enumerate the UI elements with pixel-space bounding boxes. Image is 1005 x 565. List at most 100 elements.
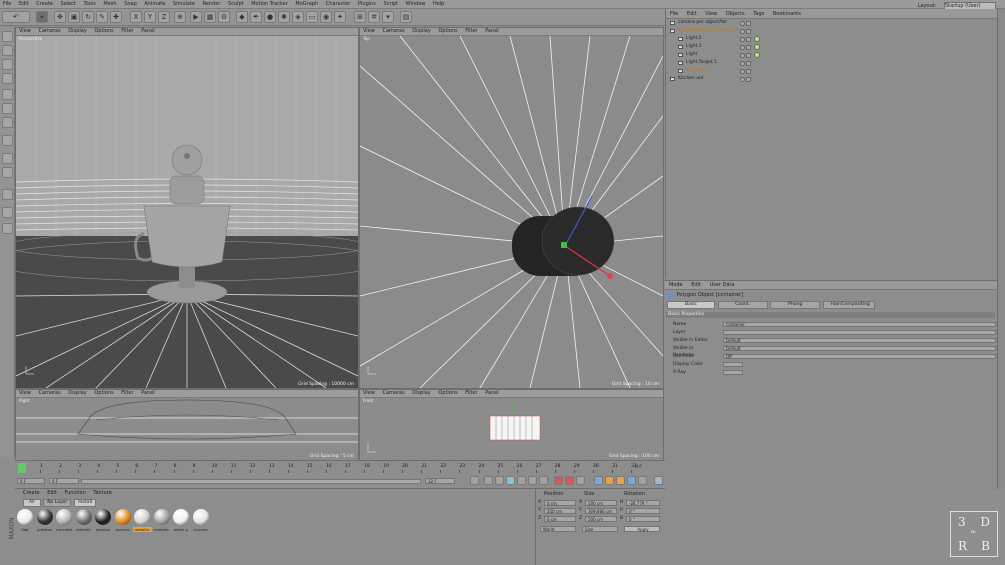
planar-workplane-button[interactable]	[2, 223, 13, 234]
menu-sculpt[interactable]: Sculpt	[228, 1, 244, 7]
perspective-viewport[interactable]: View Cameras Display Options Filter Pane…	[15, 27, 359, 389]
check-icon[interactable]	[746, 69, 751, 74]
property-value-field[interactable]	[723, 330, 996, 335]
rotation-key-button[interactable]	[616, 476, 625, 485]
object-row[interactable]: environment per object/ter	[666, 27, 1005, 35]
property-value-field[interactable]: Default	[723, 346, 996, 351]
subdivision-button[interactable]: ●	[264, 11, 276, 23]
material-swatch[interactable]	[75, 509, 92, 525]
object-name[interactable]: container	[686, 68, 707, 73]
visibility-dot-icon[interactable]	[740, 29, 745, 34]
render-picture-viewer-button[interactable]: ▦	[204, 11, 216, 23]
vp-menu-cameras[interactable]: Cameras	[38, 390, 60, 397]
menu-edit[interactable]: Edit	[19, 1, 29, 7]
tab-basic[interactable]: Basic	[667, 301, 715, 309]
mat-menu-edit[interactable]: Edit	[47, 490, 57, 496]
position-field[interactable]: 0 cm	[544, 516, 576, 522]
size-field[interactable]: 500 cm	[585, 500, 617, 506]
playhead[interactable]	[18, 463, 26, 473]
property-value-field[interactable]	[723, 362, 743, 367]
workplane-button[interactable]: ⊞	[354, 11, 366, 23]
rotation-field[interactable]: 0 °	[626, 508, 660, 514]
vp-menu-options[interactable]: Options	[94, 390, 113, 397]
vp-menu-display[interactable]: Display	[412, 390, 430, 397]
object-row[interactable]: Light.2	[666, 35, 1005, 43]
material-swatch[interactable]	[134, 509, 150, 525]
menu-motion-tracker[interactable]: Motion Tracker	[251, 1, 288, 7]
material-swatch[interactable]	[36, 509, 53, 525]
target-tag-icon[interactable]	[754, 36, 760, 42]
vp-menu-cameras[interactable]: Cameras	[382, 28, 404, 35]
size-field[interactable]: 500 cm	[585, 516, 617, 522]
keyframe-selection-button[interactable]	[576, 476, 585, 485]
scheme-button[interactable]	[654, 476, 663, 485]
go-to-end-button[interactable]	[539, 476, 548, 485]
snap-toggle-button[interactable]	[2, 189, 13, 200]
size-mode-dropdown[interactable]: Size	[582, 526, 618, 532]
menu-snap[interactable]: Snap	[124, 1, 137, 7]
min-frame-field[interactable]: 0 F	[49, 478, 79, 484]
check-icon[interactable]	[746, 77, 751, 82]
size-field[interactable]: 309.080 cm	[585, 508, 617, 514]
position-field[interactable]: 250 cm	[544, 508, 576, 514]
object-row[interactable]: Light.Target.1	[666, 59, 1005, 67]
visibility-dot-icon[interactable]	[740, 37, 745, 42]
vp-menu-panel[interactable]: Panel	[485, 390, 499, 397]
parameter-key-button[interactable]	[627, 476, 636, 485]
object-name[interactable]: environment per object/ter	[678, 28, 739, 33]
snap-settings-button[interactable]: ▾	[382, 11, 394, 23]
axis-x-button[interactable]: X	[130, 11, 142, 23]
axis-z-button[interactable]: Z	[158, 11, 170, 23]
property-value-field[interactable]: container	[723, 322, 996, 327]
property-value-field[interactable]	[723, 370, 743, 375]
make-editable-button[interactable]	[2, 31, 13, 42]
menu-mograph[interactable]: MoGraph	[295, 1, 318, 7]
coordinate-system-button[interactable]: ⊕	[174, 11, 186, 23]
am-menu-edit[interactable]: Edit	[691, 282, 701, 288]
render-view-button[interactable]: ▶	[190, 11, 202, 23]
next-frame-button[interactable]	[517, 476, 526, 485]
tweak-mode-button[interactable]	[2, 153, 13, 164]
mat-menu-texture[interactable]: Texture	[93, 490, 111, 496]
vp-menu-cameras[interactable]: Cameras	[38, 28, 60, 35]
vp-menu-filter[interactable]: Filter	[465, 390, 477, 397]
right-viewport[interactable]: View Cameras Display Options Filter Pane…	[15, 389, 359, 461]
object-row[interactable]: Light.1	[666, 43, 1005, 51]
om-menu-edit[interactable]: Edit	[687, 11, 697, 17]
render-settings-button[interactable]: ⚙	[218, 11, 230, 23]
vp-menu-filter[interactable]: Filter	[121, 28, 133, 35]
check-icon[interactable]	[746, 45, 751, 50]
visibility-dot-icon[interactable]	[740, 21, 745, 26]
model-mode-button[interactable]	[2, 45, 13, 56]
check-icon[interactable]	[746, 21, 751, 26]
visibility-dot-icon[interactable]	[740, 77, 745, 82]
vp-menu-display[interactable]: Display	[412, 28, 430, 35]
visibility-dot-icon[interactable]	[740, 61, 745, 66]
vp-menu-options[interactable]: Options	[94, 28, 113, 35]
object-name[interactable]: Light.2	[686, 36, 702, 41]
points-mode-button[interactable]	[2, 89, 13, 100]
vp-menu-panel[interactable]: Panel	[141, 28, 155, 35]
go-to-start-button[interactable]	[470, 476, 479, 485]
rotate-tool-button[interactable]: ↻	[82, 11, 94, 23]
scale-key-button[interactable]	[605, 476, 614, 485]
python-button[interactable]: ▤	[400, 11, 412, 23]
menu-select[interactable]: Select	[60, 1, 75, 7]
material-swatch[interactable]	[192, 509, 209, 525]
object-name[interactable]: Kitchen aid	[678, 76, 703, 81]
texture-mode-button[interactable]	[2, 59, 13, 70]
om-menu-file[interactable]: File	[670, 11, 678, 17]
cube-button[interactable]: ◆	[236, 11, 248, 23]
recent-tool-2-button[interactable]: ✚	[110, 11, 122, 23]
filter-no-layer[interactable]: No Layer	[43, 499, 72, 507]
om-menu-view[interactable]: View	[705, 11, 717, 17]
object-row[interactable]: container	[666, 67, 1005, 75]
pla-key-button[interactable]	[638, 476, 647, 485]
coordinate-space-dropdown[interactable]: World	[540, 526, 576, 532]
menu-mesh[interactable]: Mesh	[103, 1, 116, 7]
om-menu-bookmarks[interactable]: Bookmarks	[773, 11, 801, 17]
solo-button[interactable]	[2, 167, 13, 178]
object-name[interactable]: camera per object/ter	[678, 20, 727, 25]
workplane-mode-button[interactable]	[2, 73, 13, 84]
array-button[interactable]: ✺	[278, 11, 290, 23]
